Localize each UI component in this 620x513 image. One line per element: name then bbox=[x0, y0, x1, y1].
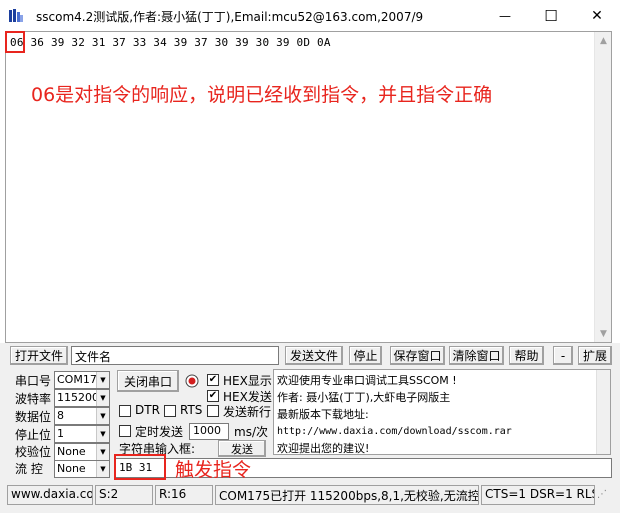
rts-checkbox[interactable] bbox=[164, 405, 176, 417]
flow-value: None bbox=[57, 462, 86, 475]
port-status-icon bbox=[185, 374, 199, 388]
status-received-count: R:16 bbox=[155, 485, 213, 505]
save-window-button[interactable]: 保存窗口 bbox=[390, 346, 445, 365]
receive-area[interactable]: 06 36 39 32 31 37 33 34 39 37 30 39 30 3… bbox=[5, 31, 612, 343]
timed-send-checkbox[interactable] bbox=[119, 425, 131, 437]
received-rest: 36 39 32 31 37 33 34 39 37 30 39 30 39 0… bbox=[23, 36, 331, 49]
port-select[interactable]: COM175 ▼ bbox=[54, 371, 110, 389]
info-line: 最新版本下载地址: bbox=[277, 408, 369, 421]
status-website: www.daxia.com bbox=[7, 485, 93, 505]
title-bar: sscom4.2测试版,作者:聂小猛(丁丁),Email:mcu52@163.c… bbox=[0, 0, 620, 31]
hex-send-checkbox[interactable]: ✔ bbox=[207, 390, 219, 402]
minimize-icon: — bbox=[499, 8, 511, 23]
received-data: 06 36 39 32 31 37 33 34 39 37 30 39 30 3… bbox=[10, 36, 331, 49]
hex-display-checkbox[interactable]: ✔ bbox=[207, 374, 219, 386]
chevron-down-icon: ▼ bbox=[96, 372, 109, 388]
info-line: 作者: 聂小猛(丁丁),大虾电子网版主 bbox=[277, 391, 451, 404]
timed-send-label: 定时发送 bbox=[135, 425, 184, 439]
status-bar: www.daxia.com S:2 R:16 COM175已打开 115200b… bbox=[0, 483, 620, 513]
stopbits-label: 停止位 bbox=[15, 428, 52, 442]
baud-label: 波特率 bbox=[15, 392, 52, 406]
maximize-icon: ☐ bbox=[544, 6, 558, 25]
status-modem-lines: CTS=1 DSR=1 RLSD bbox=[481, 485, 595, 505]
minimize-button[interactable]: — bbox=[482, 0, 528, 31]
window-title: sscom4.2测试版,作者:聂小猛(丁丁),Email:mcu52@163.c… bbox=[36, 10, 424, 24]
rts-label: RTS bbox=[180, 403, 203, 417]
maximize-button[interactable]: ☐ bbox=[528, 0, 574, 31]
info-line: 欢迎使用专业串口调试工具SSCOM ! bbox=[277, 374, 457, 387]
scroll-up-icon[interactable]: ▲ bbox=[595, 32, 612, 49]
status-sent-count: S:2 bbox=[95, 485, 153, 505]
status-port-state: COM175已打开 115200bps,8,1,无校验,无流控 bbox=[215, 485, 479, 505]
baud-value: 115200 bbox=[57, 391, 99, 404]
expand-button[interactable]: 扩展 bbox=[578, 346, 612, 365]
send-file-button[interactable]: 发送文件 bbox=[285, 346, 343, 365]
dtr-label: DTR bbox=[135, 403, 160, 417]
chevron-down-icon: ▼ bbox=[96, 408, 109, 424]
info-line: 欢迎提出您的建议! bbox=[277, 442, 370, 455]
chevron-down-icon: ▼ bbox=[96, 461, 109, 477]
close-port-button[interactable]: 关闭串口 bbox=[117, 370, 179, 392]
close-icon: ✕ bbox=[591, 7, 603, 24]
port-label: 串口号 bbox=[15, 374, 52, 388]
file-name-input[interactable]: 文件名 bbox=[71, 346, 279, 365]
chevron-down-icon: ▼ bbox=[96, 444, 109, 460]
databits-value: 8 bbox=[57, 409, 64, 422]
highlight-send-input bbox=[114, 454, 166, 480]
interval-input[interactable]: 1000 bbox=[189, 423, 229, 440]
stopbits-select[interactable]: 1 ▼ bbox=[54, 425, 110, 443]
resize-grip-icon[interactable]: ⋰ bbox=[597, 489, 611, 503]
interval-unit-label: ms/次 bbox=[234, 425, 268, 439]
scroll-down-icon[interactable]: ▼ bbox=[595, 325, 612, 342]
chevron-down-icon: ▼ bbox=[96, 426, 109, 442]
send-newline-label: 发送新行 bbox=[223, 405, 272, 419]
stop-button[interactable]: 停止 bbox=[349, 346, 382, 365]
parity-value: None bbox=[57, 445, 86, 458]
send-newline-checkbox[interactable] bbox=[207, 405, 219, 417]
help-button[interactable]: 帮助 bbox=[509, 346, 544, 365]
baud-select[interactable]: 115200 ▼ bbox=[54, 389, 110, 407]
flow-label: 流 控 bbox=[15, 462, 43, 476]
info-panel: 欢迎使用专业串口调试工具SSCOM ! 作者: 聂小猛(丁丁),大虾电子网版主 … bbox=[273, 369, 611, 455]
trigger-annotation: 触发指令 bbox=[175, 459, 252, 481]
highlight-first-byte bbox=[5, 31, 25, 53]
dtr-checkbox[interactable] bbox=[119, 405, 131, 417]
app-icon bbox=[9, 9, 23, 22]
chevron-down-icon: ▼ bbox=[96, 390, 109, 406]
response-annotation: 06是对指令的响应，说明已经收到指令，并且指令正确 bbox=[31, 84, 493, 106]
stopbits-value: 1 bbox=[57, 427, 64, 440]
info-scrollbar[interactable] bbox=[596, 370, 610, 454]
receive-scrollbar[interactable]: ▲ ▼ bbox=[594, 32, 611, 342]
flow-select[interactable]: None ▼ bbox=[54, 460, 110, 478]
parity-label: 校验位 bbox=[15, 445, 52, 459]
close-button[interactable]: ✕ bbox=[574, 0, 620, 31]
databits-select[interactable]: 8 ▼ bbox=[54, 407, 110, 425]
info-link: http://www.daxia.com/download/sscom.rar bbox=[277, 426, 512, 437]
hex-display-label: HEX显示 bbox=[223, 374, 272, 388]
parity-select[interactable]: None ▼ bbox=[54, 443, 110, 461]
collapse-button[interactable]: - bbox=[553, 346, 573, 365]
clear-window-button[interactable]: 清除窗口 bbox=[449, 346, 504, 365]
databits-label: 数据位 bbox=[15, 410, 52, 424]
open-file-button[interactable]: 打开文件 bbox=[10, 346, 68, 365]
